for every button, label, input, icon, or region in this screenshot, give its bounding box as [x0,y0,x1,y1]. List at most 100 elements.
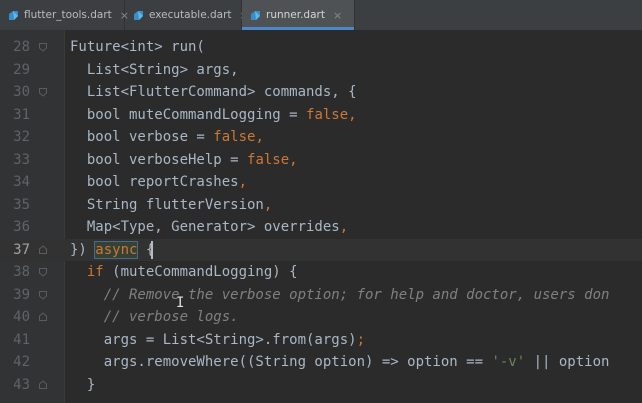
code-text: bool reportCrashes, [70,171,247,194]
code-text: if (muteCommandLogging) { [70,261,298,284]
code-line[interactable]: 36 Map<Type, Generator> overrides, [0,216,642,239]
dart-file-icon [133,10,144,21]
code-token: bool verbose = [70,129,214,145]
code-token: false [306,106,349,123]
text-cursor-icon: I [176,295,185,311]
code-line[interactable]: 38 if (muteCommandLogging) { [0,261,642,284]
code-text: bool verboseHelp = false, [70,149,298,172]
code-text: // verbose logs. [70,306,239,329]
fold-gutter-space [36,355,50,369]
fold-close-icon[interactable] [36,243,50,257]
fold-gutter-space [36,220,50,234]
code-token: List<String> args, [70,61,239,78]
tab-label: executable.dart [149,9,232,21]
code-line[interactable]: 29 List<String> args, [0,59,642,82]
code-line[interactable]: 37 }) async { [0,238,642,262]
code-line[interactable]: 40 // verbose logs. [0,306,642,329]
code-line[interactable]: 31 bool muteCommandLogging = false, [0,104,642,127]
code-line[interactable]: 28 Future<int> run( [0,36,642,59]
fold-open-icon[interactable] [36,85,50,99]
code-text: } [70,374,95,397]
fold-gutter-space [36,175,50,189]
tab-executable-dart[interactable]: executable.dart× [125,0,249,30]
code-token: , [339,219,349,235]
code-token: '-v' [491,354,526,370]
code-line[interactable]: 43 } [0,374,642,397]
code-text: bool muteCommandLogging = false, [70,104,357,127]
line-number: 33 [13,151,30,168]
fold-open-icon[interactable] [36,40,50,54]
code-text: Map<Type, Generator> overrides, [70,216,348,239]
code-line[interactable]: 41 args = List<String>.from(args); [0,329,642,352]
code-token: false [213,129,256,145]
fold-close-icon[interactable] [36,310,50,324]
fold-gutter-space [36,108,50,122]
code-token: bool reportCrashes [70,174,239,190]
line-number: 42 [13,354,30,371]
text-caret [151,240,153,259]
code-token: bool muteCommandLogging = [70,106,307,123]
tab-runner-dart[interactable]: runner.dart × [242,0,355,30]
code-token: args = List<String>.from(args) [70,331,357,348]
line-number: 32 [13,129,30,146]
code-token: || option [525,354,610,370]
code-token: args.removeWhere((String option) => opti… [70,354,492,370]
fold-gutter-space [36,198,50,212]
code-text: }) async { [70,239,154,262]
code-line[interactable]: 35 String flutterVersion, [0,194,642,217]
code-text: args = List<String>.from(args); [70,329,365,352]
code-line[interactable]: 39 // Remove the verbose option; for hel… [0,284,642,307]
code-line[interactable]: 30 List<FlutterCommand> commands, { [0,81,642,104]
code-token: , [348,106,357,123]
code-line[interactable]: 34 bool reportCrashes, [0,171,642,194]
line-number: 28 [13,39,30,56]
fold-open-icon[interactable] [36,288,50,302]
line-number: 40 [13,309,30,326]
fold-open-icon[interactable] [36,265,50,279]
code-token: , [263,196,273,213]
code-line[interactable]: 33 bool verboseHelp = false, [0,149,642,172]
fold-gutter-space [36,333,50,347]
line-number: 31 [13,106,30,123]
ide-window: flutter_tools.dart×executable.dart×runne… [0,0,642,403]
editor-tab-bar: flutter_tools.dart×executable.dart×runne… [0,0,642,31]
code-token: } [70,376,96,393]
close-tab-icon[interactable]: × [333,9,342,22]
code-token: bool verboseHelp = [70,151,248,168]
line-number: 30 [13,84,30,101]
tab-label: runner.dart [266,9,325,21]
code-text: List<String> args, [70,59,239,82]
dart-file-icon [8,10,19,21]
line-number: 34 [13,174,30,191]
code-token: Future<int> run( [70,39,205,55]
line-number: 37 [13,241,30,258]
line-number: 39 [13,286,30,303]
code-token: // verbose logs. [70,309,239,325]
line-number: 36 [13,219,30,236]
line-number: 29 [13,61,30,78]
fold-gutter-space [36,153,50,167]
highlighted-keyword: async [94,240,139,259]
tab-bar-empty-area [355,0,642,30]
tab-flutter_tools-dart[interactable]: flutter_tools.dart × [0,0,129,30]
line-number: 41 [13,331,30,348]
fold-gutter-space [36,63,50,77]
code-token: Map<Type, Generator> overrides [70,219,340,235]
code-token: // Remove the verbose option; for help a… [70,286,610,303]
code-text: args.removeWhere((String option) => opti… [70,351,610,374]
code-text: List<FlutterCommand> commands, { [70,81,357,104]
tab-label: flutter_tools.dart [24,9,112,21]
code-text: String flutterVersion, [70,194,272,217]
code-line[interactable]: 42 args.removeWhere((String option) => o… [0,351,642,374]
code-text: bool verbose = false, [70,126,264,149]
code-token: , [255,129,264,145]
fold-close-icon[interactable] [36,378,50,392]
line-number: 35 [13,196,30,213]
dart-file-icon [250,10,261,21]
code-line[interactable]: 32 bool verbose = false, [0,126,642,149]
code-token: }) [70,241,96,258]
line-number: 43 [13,376,30,393]
code-token: , [238,174,248,190]
code-text: Future<int> run( [70,36,205,59]
